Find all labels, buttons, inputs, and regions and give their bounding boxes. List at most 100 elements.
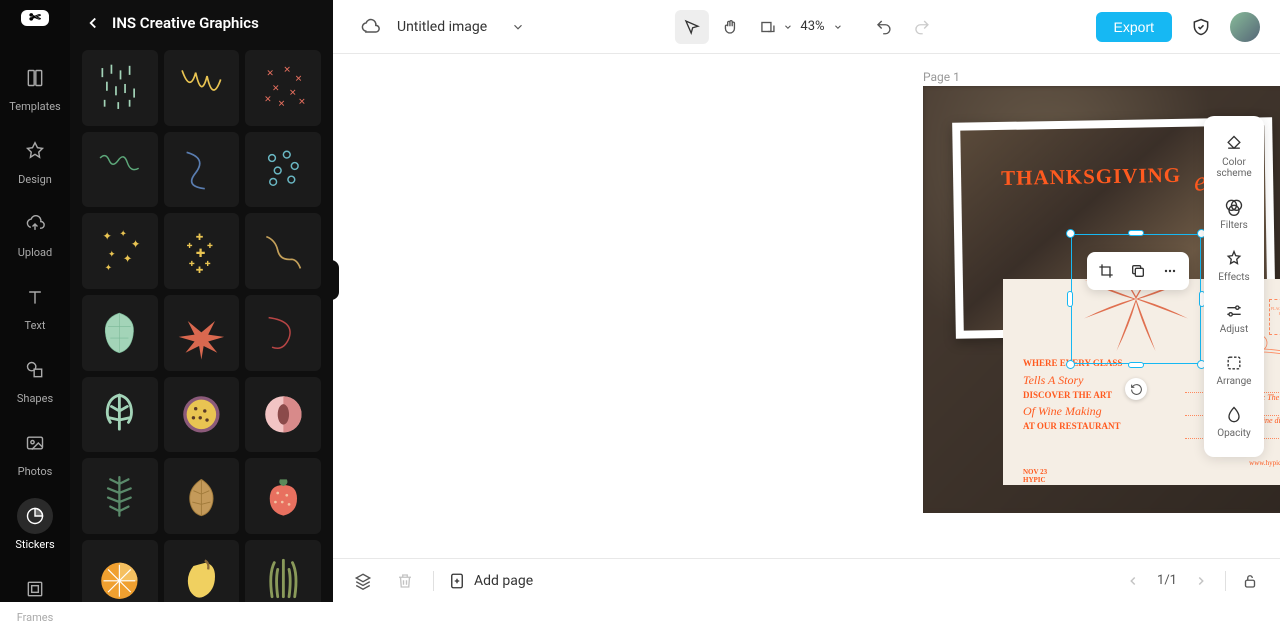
sticker-item[interactable] [82, 377, 158, 453]
postcard-stamp: PLACE STAMP HERE [1269, 299, 1280, 335]
sticker-item[interactable] [245, 295, 321, 371]
nav-frames[interactable]: Frames [0, 561, 70, 634]
svg-text:✦: ✦ [105, 263, 113, 273]
sticker-item[interactable] [82, 540, 158, 602]
rail-effects[interactable]: Effects [1204, 241, 1264, 291]
svg-text:✕: ✕ [266, 69, 274, 79]
resize-dropdown[interactable] [750, 10, 784, 44]
nav-templates[interactable]: Templates [0, 50, 70, 123]
export-button[interactable]: Export [1096, 12, 1172, 42]
chevron-down-icon[interactable] [782, 22, 792, 32]
svg-text:✦: ✦ [103, 229, 113, 243]
nav-design[interactable]: Design [0, 123, 70, 196]
svg-text:✦: ✦ [123, 252, 133, 266]
rail-filters[interactable]: Filters [1204, 189, 1264, 239]
svg-text:✚: ✚ [196, 266, 204, 276]
svg-text:✕: ✕ [289, 89, 297, 99]
sticker-item[interactable] [164, 377, 240, 453]
duplicate-button[interactable] [1123, 256, 1153, 286]
resize-handle[interactable] [1128, 362, 1144, 368]
svg-text:✕: ✕ [298, 98, 306, 108]
separator [433, 571, 434, 591]
resize-handle[interactable] [1067, 291, 1073, 307]
rail-adjust[interactable]: Adjust [1204, 293, 1264, 343]
svg-text:✚: ✚ [189, 260, 195, 268]
sticker-item[interactable] [82, 50, 158, 126]
main-area: Untitled image 43% [333, 0, 1280, 602]
resize-handle[interactable] [1128, 230, 1144, 236]
page-label: Page 1 [923, 70, 960, 84]
photos-icon [17, 425, 53, 461]
delete-button[interactable] [391, 567, 419, 595]
sticker-item[interactable] [245, 132, 321, 208]
sticker-item[interactable] [82, 132, 158, 208]
sticker-panel: INS Creative Graphics ✕✕✕✕✕✕✕✕ ✦✦✦✦✦✦ ✚✚… [70, 0, 333, 602]
page-indicator: 1/1 [1157, 573, 1177, 588]
upload-icon [17, 206, 53, 242]
shapes-icon [17, 352, 53, 388]
nav-shapes[interactable]: Shapes [0, 342, 70, 415]
sticker-item[interactable] [164, 132, 240, 208]
svg-text:✕: ✕ [283, 66, 291, 76]
shield-icon[interactable] [1184, 10, 1218, 44]
redo-button[interactable] [905, 10, 939, 44]
document-title[interactable]: Untitled image [397, 19, 487, 35]
resize-handle[interactable] [1066, 360, 1075, 369]
zoom-dropdown-icon[interactable] [833, 22, 843, 32]
more-button[interactable] [1155, 256, 1185, 286]
photo-title: THANKSGIVING [1001, 163, 1181, 191]
prev-page-button[interactable] [1119, 567, 1147, 595]
svg-text:✕: ✕ [295, 75, 303, 85]
sticker-item[interactable] [164, 295, 240, 371]
sticker-item[interactable] [82, 295, 158, 371]
hand-tool[interactable] [712, 10, 746, 44]
user-avatar[interactable] [1230, 12, 1260, 42]
sticker-item[interactable] [82, 458, 158, 534]
cloud-icon[interactable] [353, 10, 387, 44]
svg-text:✕: ✕ [277, 100, 285, 110]
layers-button[interactable] [349, 567, 377, 595]
next-page-button[interactable] [1187, 567, 1215, 595]
rail-arrange[interactable]: Arrange [1204, 345, 1264, 395]
panel-collapse-handle[interactable] [327, 260, 339, 300]
svg-text:✚: ✚ [207, 242, 213, 250]
postcard-url: www.hypic.com [1249, 459, 1280, 467]
canvas-area[interactable]: Page 1 THANKSGIVING event "Let wines con… [333, 54, 1280, 558]
sticker-item[interactable] [164, 540, 240, 602]
app-logo[interactable]: ✄ [21, 10, 49, 26]
svg-text:✦: ✦ [108, 250, 116, 260]
title-dropdown-icon[interactable] [501, 10, 535, 44]
add-page-button[interactable]: Add page [448, 572, 533, 590]
sticker-item[interactable] [245, 377, 321, 453]
nav-text[interactable]: Text [0, 269, 70, 342]
resize-handle[interactable] [1066, 229, 1075, 238]
svg-text:✦: ✦ [120, 229, 128, 239]
panel-header: INS Creative Graphics [70, 0, 333, 46]
back-icon[interactable] [84, 14, 102, 32]
cursor-tool[interactable] [674, 10, 708, 44]
sticker-item[interactable]: ✕✕✕✕✕✕✕✕ [245, 50, 321, 126]
nav-stickers[interactable]: Stickers [0, 488, 70, 561]
sticker-item[interactable] [245, 458, 321, 534]
svg-text:✚: ✚ [205, 260, 211, 268]
zoom-level[interactable]: 43% [800, 19, 824, 34]
separator [1225, 571, 1226, 591]
bottom-bar: Add page 1/1 [333, 558, 1280, 602]
sticker-item[interactable] [164, 50, 240, 126]
sticker-item[interactable]: ✚✚✚✚✚✚✚ [164, 213, 240, 289]
primary-nav: ✄ Templates Design Upload Text [0, 0, 70, 602]
crop-button[interactable] [1091, 256, 1121, 286]
rail-color-scheme[interactable]: Color scheme [1204, 126, 1264, 187]
rail-opacity[interactable]: Opacity [1204, 397, 1264, 447]
sticker-item[interactable]: ✦✦✦✦✦✦ [82, 213, 158, 289]
sticker-item[interactable] [164, 458, 240, 534]
sticker-item[interactable] [245, 540, 321, 602]
stickers-icon [17, 498, 53, 534]
lock-button[interactable] [1236, 567, 1264, 595]
rotate-handle[interactable] [1125, 378, 1147, 400]
undo-button[interactable] [867, 10, 901, 44]
design-icon [17, 133, 53, 169]
nav-photos[interactable]: Photos [0, 415, 70, 488]
nav-upload[interactable]: Upload [0, 196, 70, 269]
sticker-item[interactable] [245, 213, 321, 289]
